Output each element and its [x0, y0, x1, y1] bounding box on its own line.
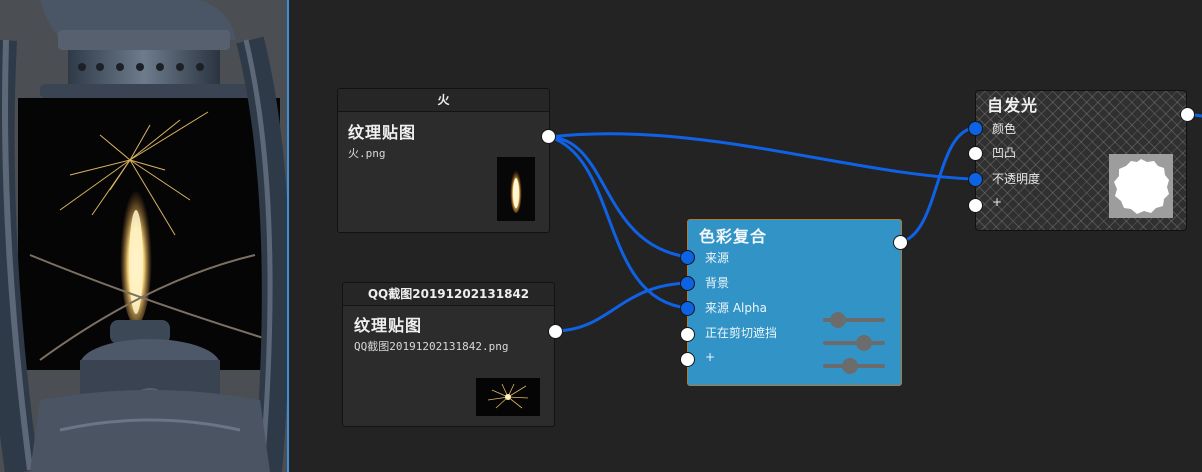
input-label-source: 来源 [705, 251, 730, 265]
input-port-background[interactable] [680, 276, 695, 291]
texture-filename: 火.png [348, 147, 386, 160]
node-title: 自发光 [987, 96, 1039, 115]
input-label-bump: 凹凸 [992, 146, 1017, 160]
texture-node-qq-screenshot[interactable]: QQ截图20191202131842 纹理贴图 QQ截图201912021318… [342, 282, 563, 427]
input-label-background: 背景 [705, 276, 730, 290]
node-header[interactable]: QQ截图20191202131842 [343, 283, 554, 306]
node-title: 纹理贴图 [354, 316, 423, 335]
3d-viewport[interactable] [0, 0, 287, 472]
texture-filename: QQ截图20191202131842.png [354, 340, 509, 353]
output-port[interactable] [1180, 107, 1195, 122]
flame-thumbnail [497, 157, 535, 221]
output-port[interactable] [893, 235, 908, 250]
input-label-color: 颜色 [992, 122, 1017, 136]
node-title: 色彩复合 [699, 227, 768, 246]
input-port-opacity[interactable] [968, 172, 983, 187]
lantern-preview-image [0, 0, 287, 472]
input-port-clip-occlusion[interactable] [680, 327, 695, 342]
input-port-source-alpha[interactable] [680, 301, 695, 316]
texture-node-fire[interactable]: 火 纹理贴图 火.png [337, 88, 556, 233]
output-port[interactable] [548, 324, 563, 339]
emissive-preview-thumbnail [1109, 154, 1173, 218]
input-label-clip-occlusion: 正在剪切遮挡 [705, 326, 778, 340]
input-label-add: + [705, 350, 716, 364]
node-title: 纹理贴图 [348, 123, 417, 142]
input-port-source[interactable] [680, 250, 695, 265]
input-label-add: + [992, 195, 1003, 209]
node-header[interactable]: 火 [338, 89, 549, 112]
slider-knob-2[interactable] [856, 335, 872, 351]
slider-track-2[interactable] [823, 341, 885, 345]
input-port-add[interactable] [680, 352, 695, 367]
input-port-color[interactable] [968, 121, 983, 136]
input-label-source-alpha: 来源 Alpha [705, 301, 767, 315]
sparkler-thumbnail [476, 378, 540, 416]
slider-knob-3[interactable] [842, 358, 858, 374]
color-composite-node[interactable]: 色彩复合 来源 背景 来源 Alpha 正在剪切遮挡 + [680, 219, 908, 386]
output-port[interactable] [541, 129, 556, 144]
emissive-node[interactable]: 自发光 颜色 凹凸 不透明度 + [968, 90, 1195, 231]
input-port-add[interactable] [968, 198, 983, 213]
input-port-bump[interactable] [968, 146, 983, 161]
slider-knob-1[interactable] [830, 312, 846, 328]
input-label-opacity: 不透明度 [992, 172, 1041, 186]
